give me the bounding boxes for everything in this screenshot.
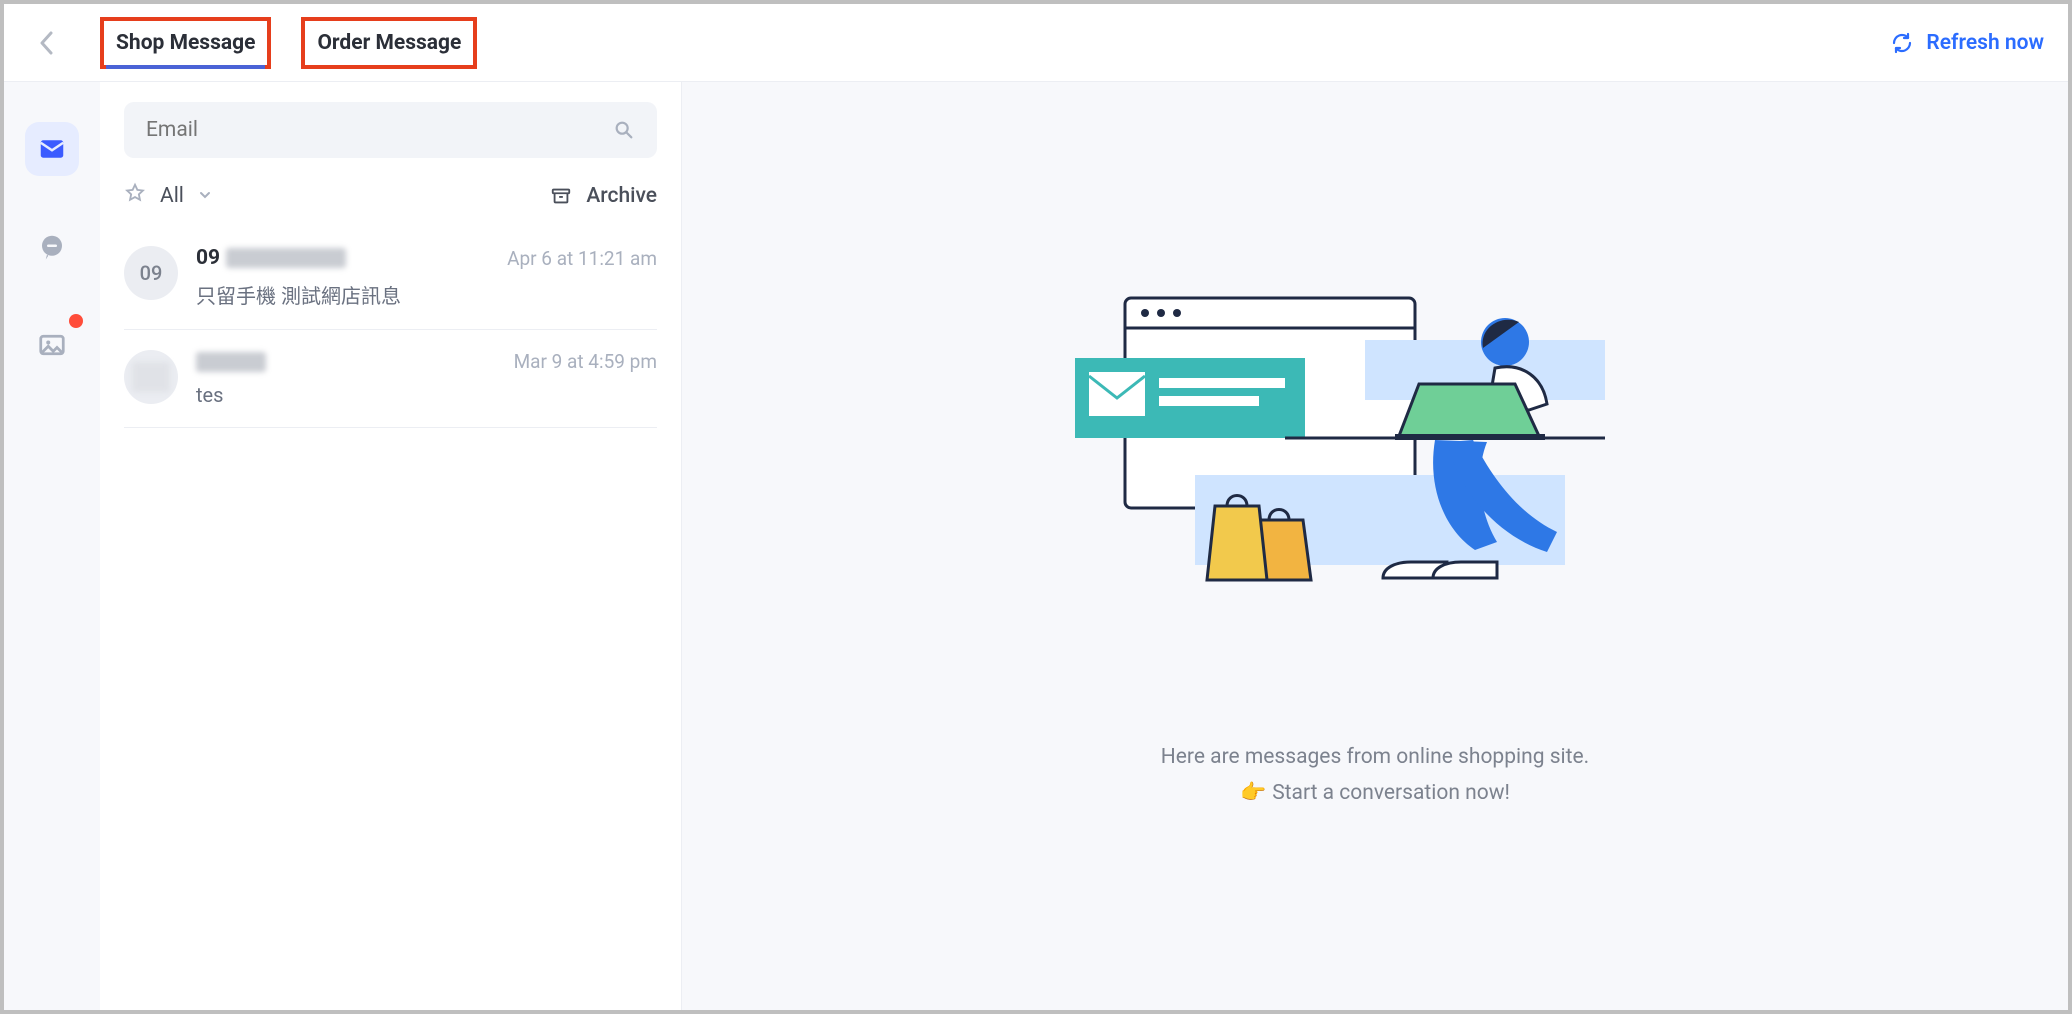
search-input[interactable] [146, 118, 613, 142]
refresh-label: Refresh now [1926, 31, 2044, 55]
rail-item-chat[interactable] [25, 220, 79, 274]
image-icon [37, 330, 67, 360]
search-field[interactable] [124, 102, 657, 158]
main-panel: Here are messages from online shopping s… [682, 82, 2068, 1010]
message-item[interactable]: Mar 9 at 4:59 pm tes [124, 330, 657, 428]
mail-icon [37, 134, 67, 164]
filter-all-label: All [160, 184, 184, 208]
archive-label: Archive [586, 184, 657, 208]
rail-badge [69, 314, 83, 328]
message-preview: 只留手機 測試網店訊息 [196, 280, 657, 309]
side-rail [4, 82, 100, 1010]
rail-item-image[interactable] [25, 318, 79, 372]
message-list-panel: All Archive 09 09 Apr 6 at 11:21 am 只留手機… [100, 82, 682, 1010]
avatar [124, 350, 178, 404]
archive-button[interactable]: Archive [550, 184, 657, 208]
message-sender: 09 [196, 246, 346, 270]
chevron-down-icon [198, 184, 212, 208]
empty-state-line1: Here are messages from online shopping s… [1161, 740, 1589, 776]
rail-item-mail[interactable] [25, 122, 79, 176]
back-button[interactable] [32, 29, 60, 57]
search-icon [613, 119, 635, 141]
message-time: Mar 9 at 4:59 pm [514, 350, 657, 373]
tab-order-message[interactable]: Order Message [301, 17, 477, 69]
filter-all-dropdown[interactable]: All [160, 184, 212, 208]
message-time: Apr 6 at 11:21 am [507, 247, 657, 270]
avatar: 09 [124, 246, 178, 300]
archive-icon [550, 185, 572, 207]
message-sender [196, 352, 266, 372]
refresh-button[interactable]: Refresh now [1890, 31, 2044, 55]
empty-state-illustration [1065, 280, 1685, 660]
empty-state-line2: 👉Start a conversation now! [1161, 776, 1589, 812]
message-preview: tes [196, 383, 657, 407]
refresh-icon [1890, 31, 1914, 55]
star-icon[interactable] [124, 182, 146, 210]
message-item[interactable]: 09 09 Apr 6 at 11:21 am 只留手機 測試網店訊息 [124, 226, 657, 330]
chat-icon [37, 232, 67, 262]
tab-shop-message[interactable]: Shop Message [100, 17, 271, 69]
pointing-hand-icon: 👉 [1240, 781, 1266, 805]
